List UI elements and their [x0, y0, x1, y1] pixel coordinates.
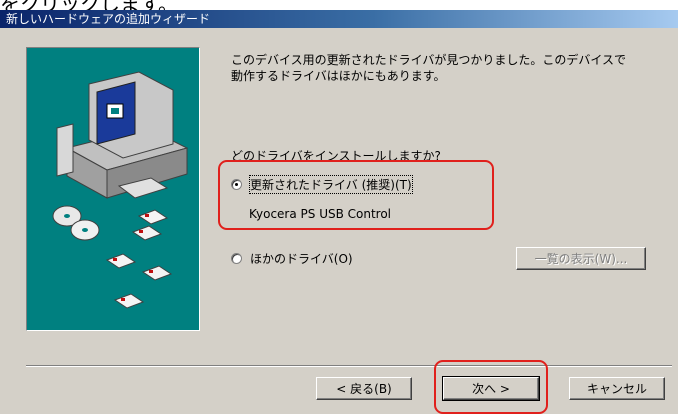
cancel-button[interactable]: キャンセル — [569, 377, 665, 400]
driver-name: Kyocera PS USB Control — [249, 207, 392, 221]
message-line-2: 動作するドライバはほかにもあります。 — [231, 69, 446, 83]
radio-other-driver[interactable]: ほかのドライバ(O) — [231, 250, 353, 267]
driver-question: どのドライバをインストールしますか? — [231, 149, 441, 163]
wizard-window: 新しいハードウェアの追加ウィザード このデバイス用の更新されたドライバが見つかり… — [0, 10, 678, 414]
computer-icon — [56, 71, 189, 199]
radio-button-checked[interactable] — [231, 179, 242, 190]
show-list-button[interactable]: 一覧の表示(W)... — [516, 247, 646, 270]
other-driver-label[interactable]: ほかのドライバ(O) — [250, 250, 353, 267]
radio-button-unchecked[interactable] — [231, 253, 242, 264]
wizard-illustration — [26, 47, 200, 331]
message-line-1: このデバイス用の更新されたドライバが見つかりました。このデバイスで — [231, 53, 627, 67]
next-button[interactable]: 次へ > — [442, 376, 540, 401]
back-button[interactable]: < 戻る(B) — [316, 377, 412, 400]
instruction-caption: をクリックします。 — [0, 0, 178, 16]
title-bar: 新しいハードウェアの追加ウィザード — [0, 10, 678, 28]
separator — [26, 365, 672, 367]
result-message: このデバイス用の更新されたドライバが見つかりました。このデバイスで 動作するドラ… — [231, 52, 626, 84]
radio-updated-driver[interactable]: 更新されたドライバ (推奨)(T) — [231, 175, 413, 194]
cd-icon — [52, 205, 100, 241]
updated-driver-label[interactable]: 更新されたドライバ (推奨)(T) — [249, 175, 413, 194]
